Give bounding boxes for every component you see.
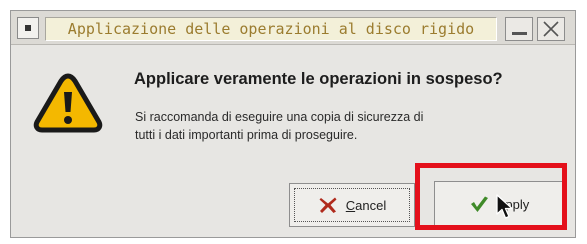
- cancel-button[interactable]: Cancel: [289, 183, 415, 227]
- close-button[interactable]: [537, 17, 565, 41]
- close-icon: [543, 21, 559, 37]
- dialog-message: Si raccomanda di eseguire una copia di s…: [135, 108, 515, 144]
- window-menu-icon: [25, 25, 31, 31]
- window-menu-button[interactable]: [17, 17, 39, 39]
- dialog-message-line1: Si raccomanda di eseguire una copia di s…: [135, 110, 424, 124]
- title-field: Applicazione delle operazioni al disco r…: [45, 17, 497, 41]
- dialog-message-line2: tutti i dati importanti prima di prosegu…: [135, 128, 358, 142]
- minimize-button[interactable]: [505, 17, 533, 41]
- dialog-window: Applicazione delle operazioni al disco r…: [10, 10, 576, 238]
- cancel-button-label: Cancel: [345, 197, 387, 213]
- warning-icon: [33, 73, 103, 133]
- checkmark-icon: [470, 196, 488, 212]
- x-mark-icon: [319, 197, 337, 213]
- mouse-cursor-icon: [496, 194, 513, 219]
- minimize-icon: [512, 32, 527, 35]
- dialog-heading: Applicare veramente le operazioni in sos…: [134, 70, 503, 88]
- title-bar[interactable]: Applicazione delle operazioni al disco r…: [11, 11, 575, 45]
- window-title: Applicazione delle operazioni al disco r…: [67, 20, 475, 38]
